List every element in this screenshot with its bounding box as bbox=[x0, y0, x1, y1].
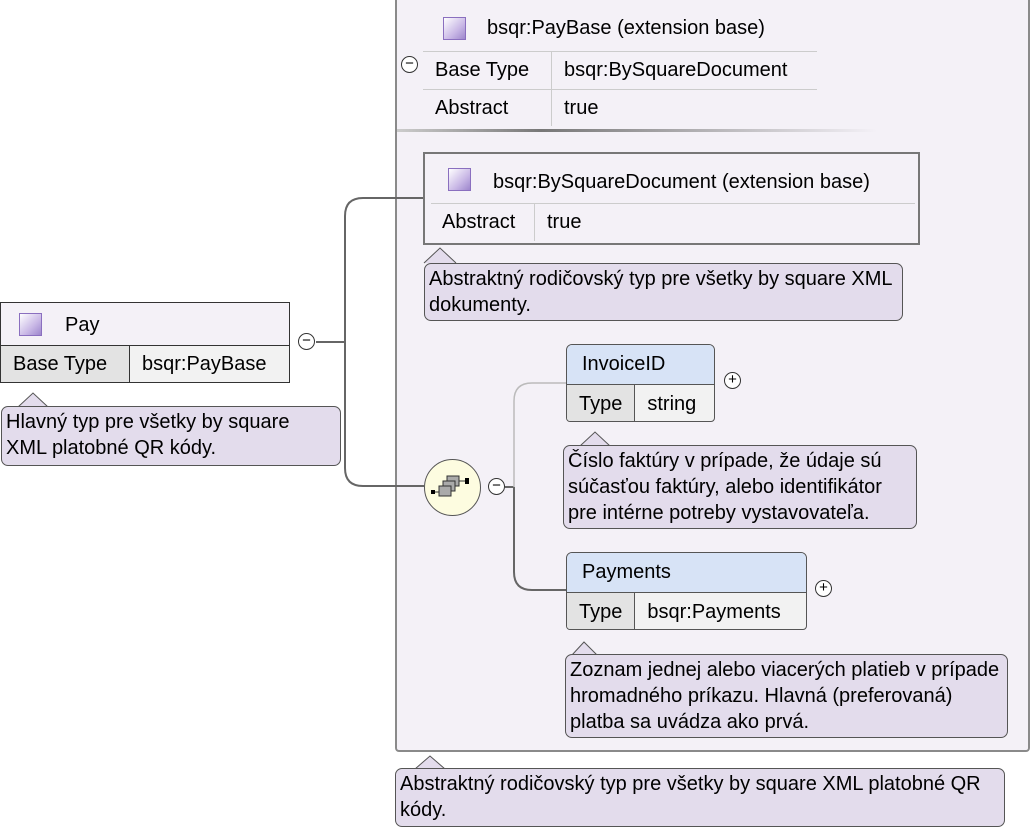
property-value: true bbox=[547, 211, 582, 233]
complex-type-icon bbox=[443, 17, 466, 40]
element-invoiceid[interactable]: InvoiceID Type string bbox=[566, 344, 715, 422]
pay-annotation: Hlavný typ pre všetky by square XML plat… bbox=[1, 406, 341, 466]
paybase-properties: Base Type bsqr:BySquareDocument Abstract… bbox=[423, 51, 817, 126]
property-key: Type bbox=[567, 385, 636, 421]
property-value: string bbox=[647, 392, 697, 415]
pay-title: Pay bbox=[65, 314, 100, 336]
complex-type-icon bbox=[448, 168, 471, 191]
bysquare-title: bsqr:BySquareDocument (extension base) bbox=[493, 171, 870, 193]
element-name: InvoiceID bbox=[567, 345, 714, 385]
collapse-button[interactable]: − bbox=[298, 333, 315, 350]
sequence-icon bbox=[431, 475, 469, 497]
property-key: Abstract bbox=[423, 90, 552, 126]
sequence-compositor[interactable] bbox=[424, 459, 481, 516]
property-key: Base Type bbox=[1, 346, 130, 382]
pay-type-box[interactable]: Pay Base Type bsqr:PayBase bbox=[0, 302, 290, 383]
element-payments[interactable]: Payments Type bsqr:Payments bbox=[566, 552, 807, 630]
property-value: true bbox=[564, 96, 599, 119]
collapse-button[interactable]: − bbox=[401, 56, 418, 73]
property-key: Type bbox=[567, 593, 636, 629]
bysquare-document-box[interactable]: bsqr:BySquareDocument (extension base) A… bbox=[423, 152, 920, 245]
collapse-button[interactable]: − bbox=[488, 478, 505, 495]
property-key: Base Type bbox=[423, 52, 552, 90]
paybase-title: bsqr:PayBase (extension base) bbox=[487, 17, 765, 39]
property-key: Abstract bbox=[431, 204, 535, 241]
invoiceid-annotation: Číslo faktúry v prípade, že údaje sú súč… bbox=[563, 445, 917, 529]
bysquare-annotation: Abstraktný rodičovský typ pre všetky by … bbox=[424, 263, 903, 321]
payments-annotation: Zoznam jednej alebo viacerých platieb v … bbox=[565, 654, 1008, 738]
property-value: bsqr:PayBase bbox=[142, 352, 267, 375]
expand-button[interactable]: + bbox=[724, 372, 741, 389]
complex-type-icon bbox=[19, 313, 42, 336]
element-name: Payments bbox=[567, 553, 806, 593]
property-value: bsqr:BySquareDocument bbox=[552, 52, 817, 90]
property-value: bsqr:Payments bbox=[647, 600, 781, 623]
expand-button[interactable]: + bbox=[815, 580, 832, 597]
paybase-annotation: Abstraktný rodičovský typ pre všetky by … bbox=[395, 768, 1005, 827]
